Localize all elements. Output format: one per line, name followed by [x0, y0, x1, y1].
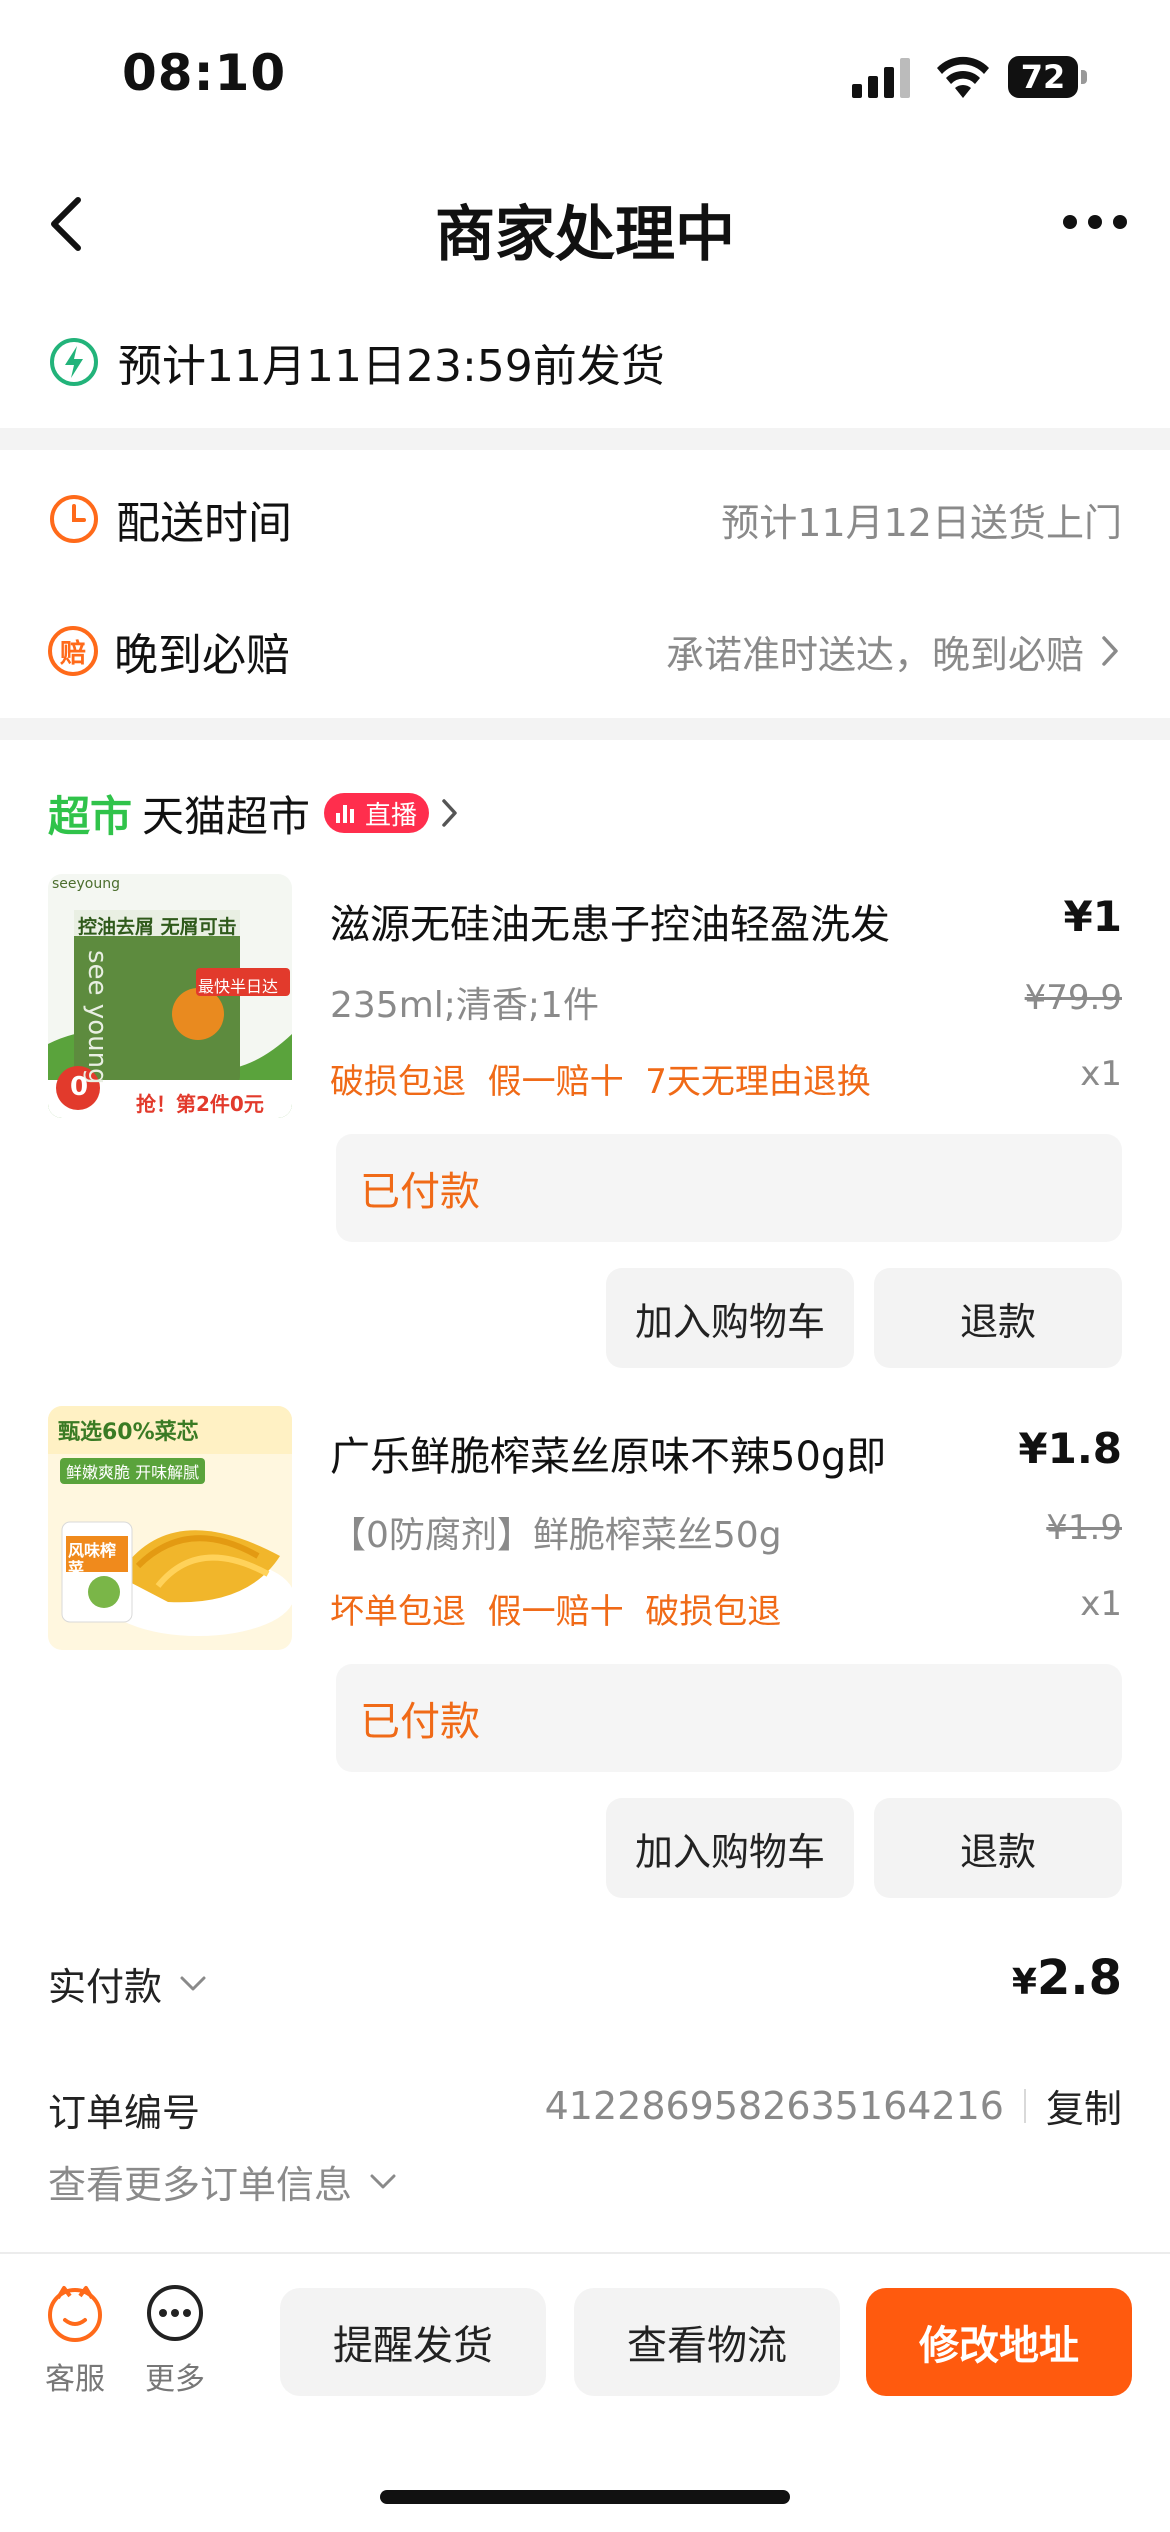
copy-button[interactable]: 复制: [1046, 2078, 1122, 2133]
more-options-label: 更多: [145, 2362, 205, 2397]
product-guarantees: 破损包退 假一赔十 7天无理由退换: [330, 1062, 871, 1102]
cellular-signal-icon: [852, 58, 910, 98]
original-price: ¥1.9: [1046, 1508, 1122, 1548]
compensation-icon: 赔: [48, 626, 98, 676]
late-compensation-value[interactable]: 承诺准时送达，晚到必赔: [666, 624, 1122, 679]
shipping-estimate: 预计11月11日23:59前发货: [48, 332, 665, 392]
clock-icon: [50, 495, 98, 543]
price-symbol: ¥: [1063, 892, 1093, 941]
product-price: ¥1.8: [922, 1424, 1122, 1473]
chevron-down-icon: [180, 1976, 206, 1990]
delivery-time-value: 预计11月12日送货上门: [721, 500, 1122, 545]
price-symbol: ¥: [1018, 1424, 1048, 1473]
original-price: ¥79.9: [1024, 978, 1122, 1018]
page-title: 商家处理中: [435, 200, 735, 270]
more-order-info-label: 查看更多订单信息: [48, 2163, 353, 2207]
store-header[interactable]: 超市 天猫超市 直播: [48, 778, 461, 848]
live-bars-icon: [336, 803, 357, 823]
lightning-icon: [50, 338, 98, 386]
product-thumbnail-pickles[interactable]: 甄选60%菜芯 鲜嫩爽脆 开味解腻 风味榨菜: [48, 1406, 292, 1650]
product-price: ¥1: [922, 892, 1122, 941]
price-value: 1: [1092, 892, 1122, 941]
remind-shipping-button[interactable]: 提醒发货: [280, 2288, 546, 2396]
more-order-info[interactable]: 查看更多订单信息: [48, 2154, 398, 2209]
add-to-cart-button[interactable]: 加入购物车: [606, 1798, 854, 1898]
more-circle-icon: [147, 2285, 203, 2341]
product-title[interactable]: 滋源无硅油无患子控油轻盈洗发: [330, 892, 980, 950]
payment-status: 已付款: [336, 1664, 1122, 1772]
paid-amount-value: 2.8: [1036, 1950, 1122, 2006]
paid-amount: ¥2.8: [922, 1950, 1122, 2006]
supermarket-logo: 超市: [48, 791, 133, 841]
home-indicator[interactable]: [380, 2490, 790, 2504]
product-spec: 【0防腐剂】鲜脆榨菜丝50g: [330, 1515, 782, 1556]
thumb-vertical-text: see young: [82, 950, 112, 1085]
product-quantity: x1: [1080, 1584, 1122, 1624]
thumb-headline: 甄选60%菜芯: [58, 1420, 199, 1445]
chevron-right-icon: [442, 799, 457, 827]
shipping-text: 预计11月11日23:59前发货: [118, 341, 665, 392]
thumb-pack-label: 风味榨菜: [68, 1541, 117, 1578]
order-number: 4122869582635164216: [544, 2083, 1004, 2128]
thumb-headline: 控油去屑 无屑可击: [78, 916, 237, 938]
live-badge-label: 直播: [365, 800, 418, 831]
product-title[interactable]: 广乐鲜脆榨菜丝原味不辣50g即: [330, 1424, 980, 1482]
product-quantity: x1: [1080, 1054, 1122, 1094]
more-options-button[interactable]: 更多: [130, 2282, 220, 2398]
wifi-icon: [937, 56, 989, 98]
customer-service-label: 客服: [45, 2362, 105, 2397]
chevron-right-icon: [1102, 636, 1118, 666]
paid-amount-toggle[interactable]: 实付款: [48, 1956, 208, 2011]
product-thumbnail-shampoo[interactable]: seeyoung 控油去屑 无屑可击 最快半日达 see young 0 抢！第…: [48, 874, 292, 1118]
late-compensation-label: 晚到必赔: [114, 630, 290, 681]
product-guarantees: 坏单包退 假一赔十 破损包退: [330, 1592, 782, 1632]
chevron-down-icon: [370, 2174, 396, 2188]
late-compensation-text: 承诺准时送达，晚到必赔: [665, 632, 1084, 677]
battery-level: 72: [1008, 56, 1078, 98]
paid-amount-label: 实付款: [48, 1965, 163, 2009]
separator: [1023, 2088, 1026, 2123]
battery-icon: 72: [1008, 56, 1088, 98]
payment-status: 已付款: [336, 1134, 1122, 1242]
payment-status-label: 已付款: [360, 1169, 480, 1215]
thumb-tag: 最快半日达: [198, 977, 279, 996]
store-name[interactable]: 天猫超市: [142, 783, 310, 844]
refund-button[interactable]: 退款: [874, 1268, 1122, 1368]
status-time: 08:10: [122, 44, 287, 102]
thumb-promo: 抢！第2件0元: [136, 1092, 264, 1116]
thumb-brand: seeyoung: [52, 876, 121, 892]
live-badge[interactable]: 直播: [324, 793, 430, 833]
service-icon: [48, 2286, 102, 2342]
section-divider: [0, 718, 1170, 740]
thumb-subtitle: 鲜嫩爽脆 开味解腻: [60, 1458, 206, 1484]
modify-address-button[interactable]: 修改地址: [866, 2288, 1132, 2396]
delivery-time-label: 配送时间: [116, 498, 292, 549]
customer-service-button[interactable]: 客服: [30, 2282, 120, 2398]
more-icon[interactable]: [1060, 210, 1130, 234]
order-number-label: 订单编号: [48, 2091, 201, 2135]
thumb-zero: 0: [70, 1072, 89, 1102]
refund-button[interactable]: 退款: [874, 1798, 1122, 1898]
product-spec: 235ml;清香;1件: [330, 985, 599, 1026]
order-number-row: 4122869582635164216 复制: [460, 2078, 1122, 2133]
late-compensation-row[interactable]: 赔 晚到必赔 承诺准时送达，晚到必赔: [48, 616, 1122, 686]
price-value: 1.8: [1047, 1424, 1122, 1473]
delivery-time-row: 配送时间 预计11月12日送货上门: [48, 484, 1122, 554]
add-to-cart-button[interactable]: 加入购物车: [606, 1268, 854, 1368]
payment-status-label: 已付款: [360, 1699, 480, 1745]
view-logistics-button[interactable]: 查看物流: [574, 2288, 840, 2396]
section-divider: [0, 428, 1170, 450]
paid-amount-symbol: ¥: [1011, 1962, 1037, 2003]
